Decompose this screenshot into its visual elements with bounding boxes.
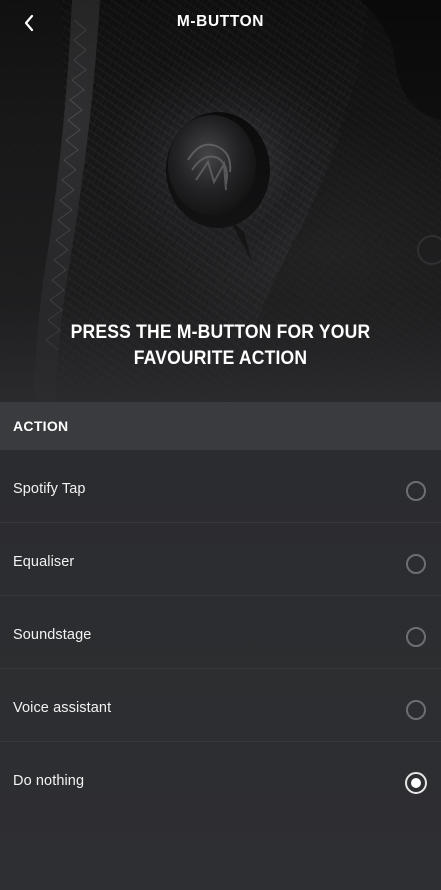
action-options-list: Spotify Tap Equaliser Soundstage Voice a…: [0, 450, 441, 890]
hero-image: M-BUTTON PRESS THE M-BUTTON FOR YOUR FAV…: [0, 0, 441, 402]
section-header: ACTION: [0, 402, 441, 450]
option-equaliser[interactable]: Equaliser: [0, 523, 441, 596]
option-label: Soundstage: [13, 627, 92, 643]
option-voice-assistant[interactable]: Voice assistant: [0, 669, 441, 742]
radio-button[interactable]: [406, 481, 426, 501]
hero-headline: PRESS THE M-BUTTON FOR YOUR FAVOURITE AC…: [49, 319, 392, 371]
hero-headline-line-1: PRESS THE M-BUTTON FOR YOUR: [70, 321, 371, 343]
radio-button-selected[interactable]: [405, 772, 427, 794]
option-label: Equaliser: [13, 554, 75, 570]
top-bar: M-BUTTON: [0, 0, 441, 46]
option-label: Do nothing: [13, 773, 85, 789]
hero-headline-line-2: FAVOURITE ACTION: [133, 347, 308, 369]
radio-button[interactable]: [406, 554, 426, 574]
option-soundstage[interactable]: Soundstage: [0, 596, 441, 669]
page-title: M-BUTTON: [176, 13, 265, 30]
section-title: ACTION: [13, 418, 69, 434]
option-label: Voice assistant: [13, 700, 112, 716]
radio-button[interactable]: [406, 627, 426, 647]
option-label: Spotify Tap: [13, 481, 86, 497]
option-spotify-tap[interactable]: Spotify Tap: [0, 450, 441, 523]
option-do-nothing[interactable]: Do nothing: [0, 742, 441, 815]
radio-button[interactable]: [406, 700, 426, 720]
